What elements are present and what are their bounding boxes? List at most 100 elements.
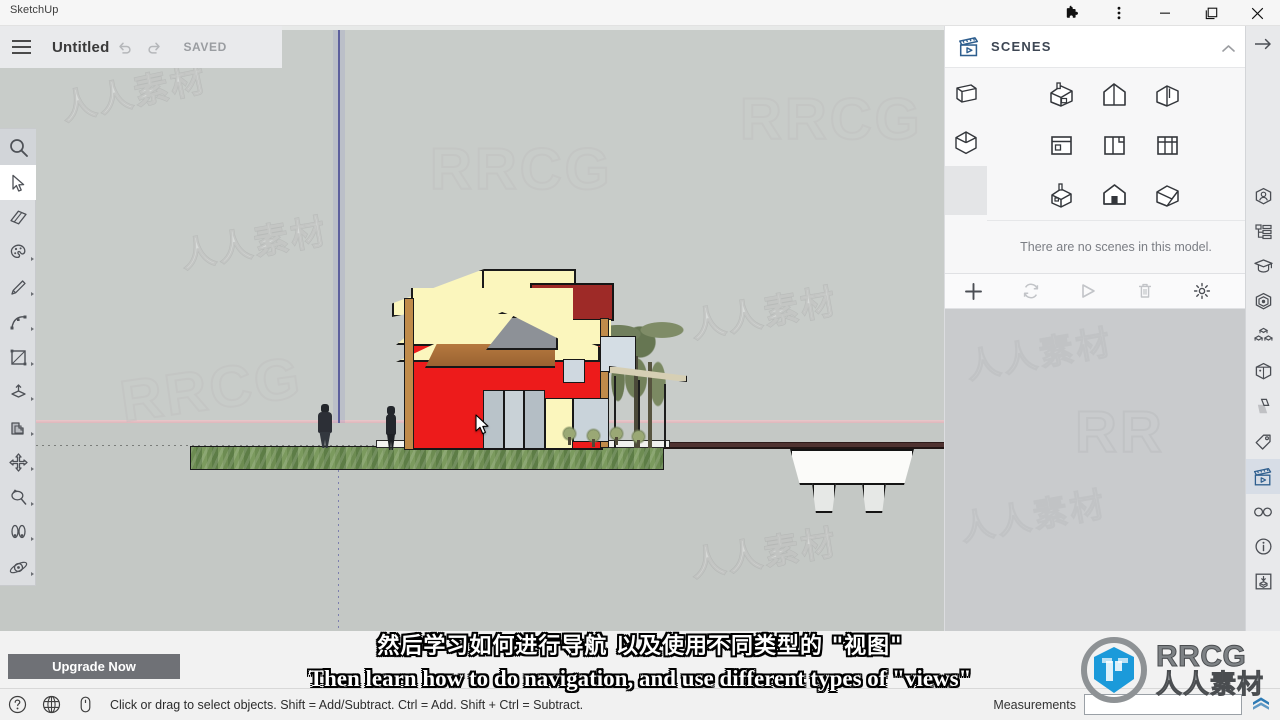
parallel-projection-toggle[interactable] <box>945 117 987 166</box>
view-top[interactable] <box>1088 70 1141 120</box>
search-tool[interactable] <box>0 129 36 165</box>
rotate-tool[interactable] <box>0 480 36 515</box>
collapse-panel-arrow-icon[interactable] <box>1246 26 1280 61</box>
figure-body <box>318 412 332 433</box>
pool-basin <box>790 449 914 485</box>
window-mid-right <box>563 359 585 383</box>
tool-flyout-caret-icon[interactable] <box>31 397 34 401</box>
outliner-icon[interactable] <box>1246 214 1280 249</box>
scale-figure <box>317 404 333 448</box>
scenes-panel-body: There are no scenes in this model. <box>945 68 1245 273</box>
arc-tool[interactable] <box>0 305 36 340</box>
tape-measure-tool[interactable] <box>0 515 36 550</box>
upgrade-now-button[interactable]: Upgrade Now <box>8 654 180 679</box>
shrub <box>561 426 578 445</box>
select-tool[interactable] <box>0 165 36 200</box>
scenes-panel-empty-area: 人人素材 RR 人人素材 <box>945 309 1245 631</box>
update-scene-button[interactable] <box>1002 273 1059 309</box>
pool-support-right <box>862 483 886 513</box>
tool-flyout-caret-icon[interactable] <box>31 327 34 331</box>
line-tool[interactable] <box>0 270 36 305</box>
view-front[interactable] <box>1141 70 1194 120</box>
styles-icon[interactable] <box>1246 354 1280 389</box>
extensions-icon[interactable] <box>1050 0 1096 26</box>
minimize-button[interactable] <box>1142 0 1188 26</box>
perspective-toggle[interactable] <box>945 68 987 117</box>
tool-flyout-caret-icon[interactable] <box>31 292 34 296</box>
main-menu-button[interactable] <box>0 26 42 68</box>
tool-flyout-caret-icon[interactable] <box>31 572 34 576</box>
maximize-button[interactable] <box>1188 0 1234 26</box>
view-back[interactable] <box>1088 120 1141 170</box>
scenes-panel-header: SCENES <box>945 26 1245 68</box>
model-viewport[interactable]: 人人素材 RRCG 人人素材 RRCG 人人素材 RRCG 人人素材 <box>0 26 944 631</box>
projection-column-spacer <box>945 166 987 215</box>
tool-flyout-caret-icon[interactable] <box>31 467 34 471</box>
model-info-icon[interactable] <box>1246 529 1280 564</box>
hamburger-bar <box>11 46 31 48</box>
deck-edge-line <box>664 447 944 449</box>
blue-axis-line <box>338 30 340 423</box>
close-button[interactable] <box>1234 0 1280 26</box>
projection-toggle-column <box>945 68 987 215</box>
tool-flyout-caret-icon[interactable] <box>31 502 34 506</box>
pool-support-left <box>812 483 836 513</box>
tool-flyout-caret-icon[interactable] <box>31 432 34 436</box>
components-icon[interactable] <box>1246 319 1280 354</box>
watermark-text: RR <box>1074 399 1165 466</box>
view-custom[interactable] <box>1141 170 1194 220</box>
rrcg-brand-cn: 人人素材 <box>1155 670 1265 700</box>
scale-figure <box>385 406 397 450</box>
blue-axis-dotted-line <box>338 446 339 631</box>
app-name-label: SketchUp <box>10 4 59 16</box>
materials-icon[interactable] <box>1246 284 1280 319</box>
move-tool[interactable] <box>0 445 36 480</box>
rrcg-logo-icon <box>1081 637 1147 703</box>
undo-button[interactable] <box>109 26 139 68</box>
window-upper-right <box>600 336 636 372</box>
panel-collapse-chevron-icon[interactable] <box>1222 40 1235 58</box>
os-title-bar: SketchUp <box>0 0 1280 26</box>
display-icon[interactable] <box>1246 494 1280 529</box>
play-animation-button[interactable] <box>1059 273 1116 309</box>
rrcg-brand-en: RRCG <box>1155 640 1247 673</box>
add-scene-button[interactable] <box>945 273 1002 309</box>
hamburger-bar <box>11 40 31 42</box>
orbit-tool[interactable] <box>0 550 36 585</box>
figure-legs <box>319 432 331 448</box>
pergola-post <box>664 384 667 448</box>
globe-icon[interactable] <box>34 689 68 720</box>
push-pull-tool[interactable] <box>0 375 36 410</box>
tool-flyout-caret-icon[interactable] <box>31 362 34 366</box>
entity-info-icon[interactable] <box>1246 179 1280 214</box>
paint-bucket-tool[interactable] <box>0 235 36 270</box>
eraser-tool[interactable] <box>0 200 36 235</box>
standard-views-grid <box>1035 70 1194 220</box>
help-icon[interactable] <box>0 689 34 720</box>
export-icon[interactable] <box>1246 564 1280 599</box>
redo-button[interactable] <box>139 26 169 68</box>
rectangle-tool[interactable] <box>0 340 36 375</box>
scenes-icon[interactable] <box>1245 459 1280 494</box>
view-elevation[interactable] <box>1088 170 1141 220</box>
tags-icon[interactable] <box>1246 424 1280 459</box>
instructor-icon[interactable] <box>1246 249 1280 284</box>
watermark-text: 人人素材 <box>957 484 1111 550</box>
view-iso[interactable] <box>1035 70 1088 120</box>
view-bottom[interactable] <box>1035 170 1088 220</box>
view-right[interactable] <box>1035 120 1088 170</box>
shadows-icon[interactable] <box>1246 389 1280 424</box>
view-left[interactable] <box>1141 120 1194 170</box>
mouse-icon[interactable] <box>68 689 102 720</box>
figure-body <box>386 414 396 435</box>
tool-flyout-caret-icon[interactable] <box>31 537 34 541</box>
scene-settings-button[interactable] <box>1174 273 1231 309</box>
delete-scene-button[interactable] <box>1117 273 1174 309</box>
watermark-text: 人人素材 <box>963 322 1117 388</box>
more-options-icon[interactable] <box>1096 0 1142 26</box>
tool-flyout-caret-icon[interactable] <box>31 257 34 261</box>
document-title[interactable]: Untitled <box>52 39 109 56</box>
offset-tool[interactable] <box>0 410 36 445</box>
scenes-panel-toolbar <box>945 273 1245 309</box>
door-mullion <box>503 390 505 449</box>
